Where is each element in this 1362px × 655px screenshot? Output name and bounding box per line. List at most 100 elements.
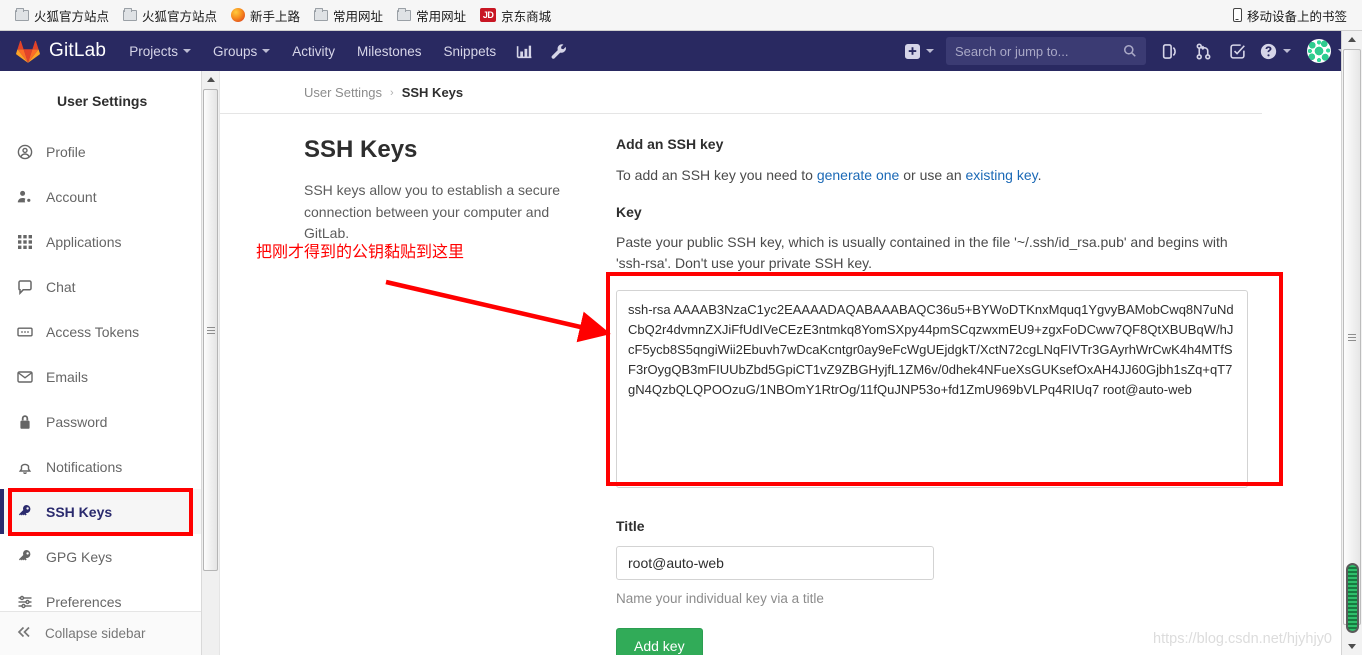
existing-key-link[interactable]: existing key <box>966 167 1038 183</box>
breadcrumb-separator: › <box>390 86 394 99</box>
bookmark-label: 常用网址 <box>333 9 384 24</box>
bell-icon <box>16 459 33 475</box>
generate-one-link[interactable]: generate one <box>817 167 900 183</box>
search-input[interactable]: Search or jump to... <box>946 37 1146 65</box>
sidebar-title: User Settings <box>57 93 148 109</box>
breadcrumb-parent[interactable]: User Settings <box>304 85 382 100</box>
key-field-help: Paste your public SSH key, which is usua… <box>616 234 1228 271</box>
gitlab-home-link[interactable]: GitLab <box>10 40 118 63</box>
sidebar-item-applications[interactable]: Applications <box>0 219 201 264</box>
sidebar-header: User Settings <box>0 71 201 129</box>
sidebar-scroll-area: User Settings Profile Account Applicatio… <box>0 71 219 611</box>
main-content: User Settings › SSH Keys SSH Keys SSH ke… <box>220 71 1362 655</box>
bookmark-item[interactable]: 火狐官方站点 <box>8 4 116 27</box>
new-item-plus-button[interactable] <box>899 31 940 71</box>
sidebar-item-label: GPG Keys <box>46 548 113 565</box>
chat-icon <box>16 279 33 295</box>
bookmark-item[interactable]: 新手上路 <box>224 4 307 27</box>
bookmark-item[interactable]: 常用网址 <box>390 4 473 27</box>
sidebar-item-label: Emails <box>46 368 89 385</box>
settings-section: SSH Keys SSH keys allow you to establish… <box>220 114 1362 655</box>
sidebar-item-emails[interactable]: Emails <box>0 354 201 399</box>
folder-icon <box>397 7 412 21</box>
issues-icon[interactable] <box>1152 31 1186 71</box>
scroll-up-button[interactable] <box>1342 31 1362 48</box>
applications-icon <box>16 234 33 250</box>
sidebar-item-ssh-keys[interactable]: SSH Keys <box>0 489 201 534</box>
nav-label: Milestones <box>357 43 422 59</box>
help-menu-button[interactable] <box>1254 31 1297 71</box>
triangle-down-icon <box>1348 644 1356 649</box>
preferences-icon <box>16 594 33 610</box>
settings-section-info: SSH Keys SSH keys allow you to establish… <box>304 136 572 655</box>
sidebar-item-label: Password <box>46 413 108 430</box>
collapse-sidebar-button[interactable]: Collapse sidebar <box>0 611 201 655</box>
nav-item-snippets[interactable]: Snippets <box>433 31 508 71</box>
sidebar-item-preferences[interactable]: Preferences <box>0 579 201 611</box>
nav-label: Projects <box>129 43 178 59</box>
nav-item-groups[interactable]: Groups <box>202 31 281 71</box>
ssh-key-textarea[interactable]: ssh-rsa AAAAB3NzaC1yc2EAAAADAQABAAABAQC3… <box>616 290 1248 488</box>
add-ssh-key-form: Add an SSH key To add an SSH key you nee… <box>616 136 1359 655</box>
folder-icon <box>15 7 29 21</box>
bookmark-item[interactable]: 常用网址 <box>307 4 390 27</box>
avatar <box>14 85 46 117</box>
email-icon <box>16 369 33 385</box>
sidebar-item-gpg-keys[interactable]: GPG Keys <box>0 534 201 579</box>
bookmark-label: 常用网址 <box>416 9 467 24</box>
chevron-down-icon <box>262 49 271 53</box>
bookmark-label: 京东商城 <box>501 9 552 24</box>
sidebar-item-account[interactable]: Account <box>0 174 201 219</box>
title-field-help: Name your individual key via a title <box>616 591 824 606</box>
gitlab-brand-label: GitLab <box>49 40 107 61</box>
browser-scrollbar[interactable] <box>1341 31 1362 655</box>
sidebar-item-profile[interactable]: Profile <box>0 129 201 174</box>
bookmark-item[interactable]: 火狐官方站点 <box>116 4 224 27</box>
account-icon <box>16 189 33 205</box>
watermark: https://blog.csdn.net/hjyhjy0 <box>1153 631 1332 647</box>
chevron-down-icon <box>926 49 934 53</box>
title-input[interactable]: root@auto-web <box>616 546 934 580</box>
nav-label: Activity <box>292 43 336 59</box>
nav-label: Groups <box>212 43 258 59</box>
sidebar-scrollbar[interactable] <box>201 71 219 655</box>
search-icon <box>1123 44 1136 57</box>
sidebar-item-chat[interactable]: Chat <box>0 264 201 309</box>
add-key-button[interactable]: Add key <box>616 628 703 655</box>
bookmark-label: 新手上路 <box>250 9 301 24</box>
form-title: Add an SSH key <box>616 136 724 152</box>
sidebar-item-notifications[interactable]: Notifications <box>0 444 201 489</box>
mobile-bookmarks-item[interactable]: 移动设备上的书签 <box>1226 4 1354 27</box>
sidebar-item-label: Preferences <box>46 593 122 610</box>
sidebar-scroll-up-button[interactable] <box>202 71 219 88</box>
chart-icon[interactable] <box>507 31 541 71</box>
sidebar-scrollbar-thumb[interactable] <box>203 89 218 571</box>
page-title: SSH Keys <box>304 136 418 163</box>
grip-icon <box>206 325 215 336</box>
page-body: User Settings Profile Account Applicatio… <box>0 71 1362 655</box>
breadcrumb: User Settings › SSH Keys <box>220 71 1262 114</box>
gitlab-logo-icon <box>16 40 40 63</box>
merge-requests-icon[interactable] <box>1186 31 1220 71</box>
chevron-down-icon <box>182 49 191 53</box>
browser-scrollbar-thumb[interactable] <box>1343 49 1361 625</box>
nav-label: Snippets <box>443 43 497 59</box>
bookmark-item[interactable]: JD 京东商城 <box>473 4 558 27</box>
scroll-down-button[interactable] <box>1342 638 1362 655</box>
scroll-indicator <box>1346 563 1359 633</box>
mobile-bookmarks-label: 移动设备上的书签 <box>1246 9 1347 24</box>
nav-item-activity[interactable]: Activity <box>281 31 346 71</box>
todos-icon[interactable] <box>1220 31 1254 71</box>
sidebar-item-password[interactable]: Password <box>0 399 201 444</box>
triangle-up-icon <box>206 77 215 82</box>
sidebar-item-access-tokens[interactable]: Access Tokens <box>0 309 201 354</box>
triangle-up-icon <box>1348 37 1356 42</box>
bookmark-label: 火狐官方站点 <box>34 9 110 24</box>
wrench-icon[interactable] <box>541 31 575 71</box>
mobile-device-icon <box>1232 8 1242 22</box>
nav-item-projects[interactable]: Projects <box>118 31 202 71</box>
form-desc-middle: or use an <box>899 167 966 183</box>
form-desc-prefix: To add an SSH key you need to <box>616 167 817 183</box>
help-icon <box>1260 43 1277 59</box>
nav-item-milestones[interactable]: Milestones <box>346 31 433 71</box>
